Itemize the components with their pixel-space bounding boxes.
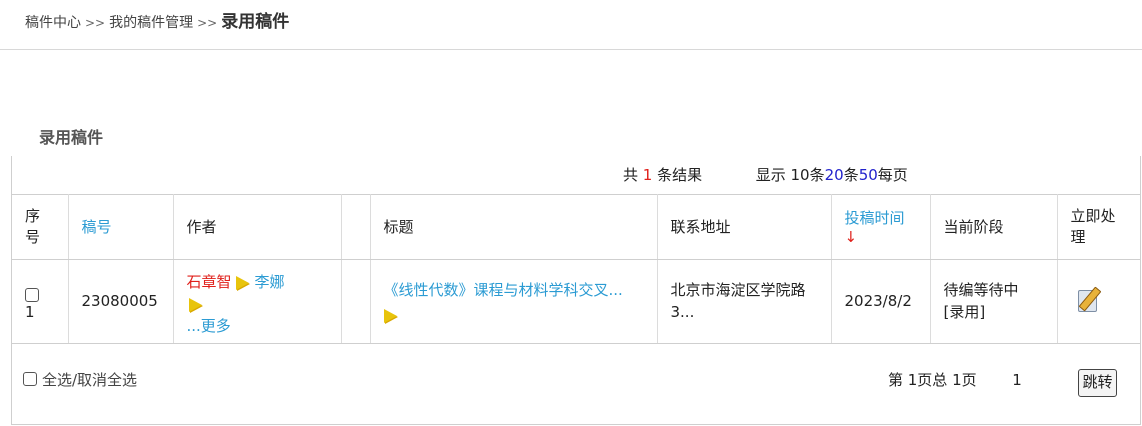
row-title-cell: 《线性代数》课程与材料学科交叉... [370, 259, 658, 344]
row-manuscript-no: 23080005 [68, 259, 174, 344]
breadcrumb-manuscript-center[interactable]: 稿件中心 [25, 15, 81, 31]
summary-prefix: 共 [623, 166, 639, 184]
results-panel: 共 1 条结果 显示 10条20条50每页 序号 稿号 作者 标题 联系地址 投… [11, 156, 1141, 425]
expand-arrow-icon[interactable] [383, 308, 397, 323]
col-header-author: 作者 [173, 194, 342, 260]
row-submit-time: 2023/8/2 [831, 259, 931, 344]
authors-more-link[interactable]: ...更多 [187, 317, 231, 335]
expand-arrow-icon[interactable] [235, 275, 249, 290]
page-size-20-link[interactable]: 20 [825, 166, 844, 184]
select-all-label: 全选/取消全选 [42, 371, 138, 389]
header-divider [0, 49, 1142, 50]
result-count: 1 [642, 166, 653, 184]
breadcrumb-separator: >> [85, 16, 106, 30]
summary-suffix: 条结果 [657, 166, 703, 184]
row-action [1057, 259, 1140, 344]
col-header-action: 立即处理 [1057, 194, 1140, 260]
row-checkbox[interactable] [25, 287, 39, 302]
sort-down-arrow-icon: ↓ [844, 227, 858, 246]
manuscript-table: 序号 稿号 作者 标题 联系地址 投稿时间↓ 当前阶段 立即处理 1 23080… [12, 194, 1140, 344]
select-all-checkbox[interactable] [23, 372, 37, 386]
expand-arrow-icon[interactable] [188, 297, 202, 312]
row-address-text: 北京市海淀区学院路3... [670, 281, 806, 321]
sort-manuscript-no-link[interactable]: 稿号 [82, 218, 112, 236]
sort-submit-time-link[interactable]: 投稿时间 [845, 209, 905, 227]
col-header-seq: 序号 [12, 194, 69, 260]
results-summary: 共 1 条结果 显示 10条20条50每页 [12, 156, 1140, 195]
breadcrumb-separator: >> [197, 16, 218, 30]
author-primary-link[interactable]: 石章智 [187, 273, 232, 291]
breadcrumb: 稿件中心 >> 我的稿件管理 >> 录用稿件 [25, 8, 289, 36]
row-address: 北京市海淀区学院路3... [657, 259, 832, 344]
row-stage: 待编等待中[录用] [930, 259, 1058, 344]
table-row: 1 23080005 石章智 李娜 ...更多 《线性代数》课程与材料学科交叉..… [12, 259, 1140, 344]
page-size-20-unit: 条 [843, 166, 859, 184]
summary-text: 共 1 条结果 显示 10条20条50每页 [623, 156, 908, 194]
page-number-input[interactable]: 1 [1012, 371, 1022, 389]
page-size-10: 10条 [790, 166, 825, 184]
breadcrumb-my-manuscripts[interactable]: 我的稿件管理 [109, 15, 193, 31]
table-header-row: 序号 稿号 作者 标题 联系地址 投稿时间↓ 当前阶段 立即处理 [12, 194, 1140, 260]
col-header-manuscript-no[interactable]: 稿号 [68, 194, 174, 260]
select-all[interactable]: 全选/取消全选 [23, 369, 137, 390]
col-header-submit-time[interactable]: 投稿时间↓ [831, 194, 931, 260]
row-spacer-cell [341, 259, 371, 344]
per-page-label: 每页 [877, 166, 908, 184]
manuscript-title-link[interactable]: 《线性代数》课程与材料学科交叉... [384, 281, 623, 299]
pagination: 第 1页总 1页 1 [888, 369, 1022, 390]
row-stage-text: 待编等待中[录用] [943, 281, 1019, 321]
col-header-address: 联系地址 [657, 194, 832, 260]
row-seq-cell: 1 [12, 259, 69, 344]
display-label: 显示 [755, 166, 786, 184]
table-footer: 全选/取消全选 第 1页总 1页 1 跳转 [12, 343, 1140, 423]
col-header-title: 标题 [370, 194, 658, 260]
row-authors: 石章智 李娜 ...更多 [173, 259, 342, 344]
page-size-50-link[interactable]: 50 [859, 166, 878, 184]
row-seq: 1 [25, 303, 35, 321]
jump-button[interactable]: 跳转 [1078, 369, 1117, 397]
section-title: 录用稿件 [39, 128, 104, 147]
page-info: 第 1页总 1页 [888, 371, 977, 389]
col-header-stage: 当前阶段 [930, 194, 1058, 260]
author-secondary-link[interactable]: 李娜 [255, 273, 285, 291]
breadcrumb-current: 录用稿件 [221, 12, 290, 32]
col-header-spacer [341, 194, 371, 260]
edit-manuscript-icon[interactable] [1076, 286, 1102, 312]
